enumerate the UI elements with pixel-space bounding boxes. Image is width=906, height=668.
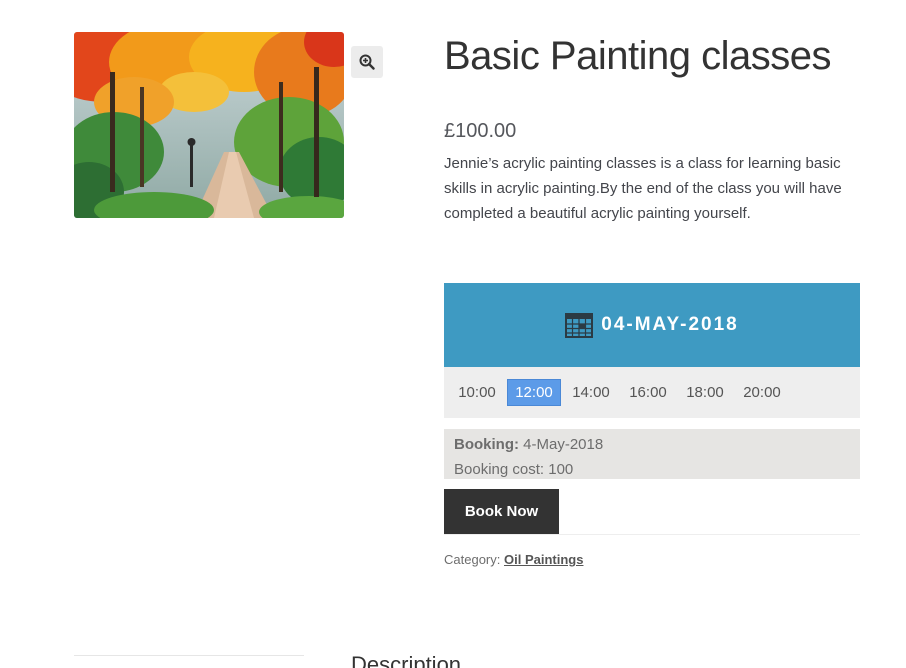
- product-title: Basic Painting classes: [444, 34, 831, 78]
- time-slot[interactable]: 16:00: [621, 379, 675, 406]
- tabs-divider: [74, 655, 304, 656]
- booking-date-header[interactable]: 04-MAY-2018: [444, 283, 860, 367]
- time-slot[interactable]: 20:00: [735, 379, 789, 406]
- booking-date-summary: Booking: 4-May-2018: [454, 432, 850, 457]
- tab-description[interactable]: Description: [351, 652, 461, 668]
- booking-cost-summary: Booking cost: 100: [454, 457, 850, 482]
- product-short-description: Jennie’s acrylic painting classes is a c…: [444, 155, 842, 222]
- booking-date: 04-MAY-2018: [601, 314, 739, 335]
- booking-label: Booking:: [454, 436, 519, 453]
- booking-cost-label: Booking cost:: [454, 461, 545, 478]
- book-now-button[interactable]: Book Now: [444, 489, 559, 534]
- product-category: Category: Oil Paintings: [444, 552, 583, 567]
- time-slot[interactable]: 18:00: [678, 379, 732, 406]
- time-slot-selected[interactable]: 12:00: [507, 379, 561, 406]
- time-slot[interactable]: 10:00: [450, 379, 504, 406]
- zoom-button[interactable]: [351, 46, 383, 78]
- booking-cost-value: 100: [548, 461, 574, 478]
- time-slot-list: 10:00 12:00 14:00 16:00 18:00 20:00: [444, 367, 860, 418]
- divider: [444, 534, 860, 535]
- product-price: £100.00: [444, 120, 517, 142]
- calendar-icon: [565, 313, 594, 338]
- product-image[interactable]: [74, 32, 344, 218]
- category-label: Category:: [444, 552, 501, 567]
- category-link[interactable]: Oil Paintings: [504, 552, 583, 567]
- time-slot[interactable]: 14:00: [564, 379, 618, 406]
- booking-summary: Booking: 4-May-2018 Booking cost: 100: [444, 429, 860, 479]
- zoom-in-icon: [359, 54, 375, 70]
- booking-value: 4-May-2018: [523, 436, 604, 453]
